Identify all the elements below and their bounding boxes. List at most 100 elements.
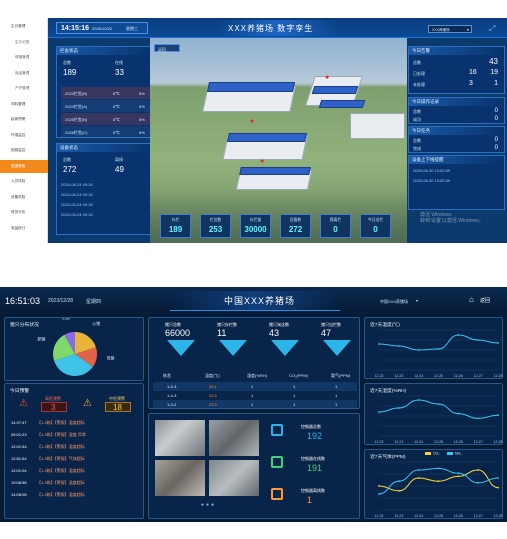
farm-3d-view[interactable]: ● ● ● 返回 xyxy=(150,38,407,243)
data-point xyxy=(457,412,460,415)
funnel-marker xyxy=(271,340,299,356)
data-point xyxy=(417,469,420,471)
today-tasks-panel: 今日任务 总数 0 完成 0 xyxy=(408,126,505,153)
table-row: 1-3-2 22.5 1 1 1 xyxy=(153,400,357,409)
sidebar-item[interactable]: 疾病预警 xyxy=(0,113,48,126)
fullscreen-icon[interactable]: ⤢ xyxy=(489,24,495,34)
stat-value: 30000 xyxy=(244,225,267,234)
location-pin-icon[interactable]: ● xyxy=(250,118,254,125)
alarm-log-item[interactable]: 10:08:58 【1-3栋】【警报】温度超标 xyxy=(11,478,141,490)
barn-roof xyxy=(318,100,366,108)
controller-label: 控制器在线数 xyxy=(301,456,325,461)
carousel-dots[interactable]: ●●● xyxy=(201,502,216,508)
farm-select[interactable]: 中国XXX养猪场 ▾ xyxy=(378,297,422,305)
camera-feed-image[interactable] xyxy=(155,420,205,456)
data-point xyxy=(417,349,420,351)
alarm-log-item[interactable]: 05:01:23 【1-3栋】【警报】湿度 异常 xyxy=(11,430,141,442)
table-cell: 1 xyxy=(293,402,296,407)
alarm-log-item[interactable]: 12:01:54 【1-3栋】【警报】温度超标 xyxy=(11,442,141,454)
camera-feed-image[interactable] xyxy=(155,460,205,496)
col-online-label: 在线 xyxy=(115,60,123,65)
env-table: 栋舍 温度(℃) 湿度(%RH) CO₂(PPM) 氨气(PPM) 1-4-3 25.1 1 1… xyxy=(153,368,357,409)
humidity-line-chart: 12-22 12-23 12-24 12-25 12-26 12-27 12-28 xyxy=(375,395,503,444)
equip-total-value: 272 xyxy=(63,165,77,174)
table-header: 栋舍 温度(℃) 湿度(%RH) CO₂(PPM) 氨气(PPM) xyxy=(153,368,357,382)
sidebar-item[interactable]: 免疫管理 xyxy=(0,67,48,80)
x-tick-label: 12-27 xyxy=(474,374,483,378)
camera-feed-image[interactable] xyxy=(209,460,259,496)
sidebar-item[interactable]: 财务分析 xyxy=(0,206,48,219)
col-offline-label: 离线 xyxy=(115,157,123,162)
alarm-log-item[interactable]: 12:01:04 【1-3栋】【警报】温度超标 xyxy=(11,466,141,478)
sidebar-item[interactable]: 生长记录 xyxy=(0,36,48,49)
today-records-panel: 今日操作记录 总数 0 成功 0 xyxy=(408,97,505,124)
data-point xyxy=(477,469,480,471)
count-value: 66000 xyxy=(165,328,191,338)
alarm-log-item[interactable]: 14:08:08 【1-3栋】【警报】温度超标 xyxy=(11,490,141,502)
camera-feed-image[interactable] xyxy=(209,420,259,456)
back-button[interactable]: ⌂ 返回 xyxy=(468,295,498,306)
sidebar-item[interactable]: 电量统计 xyxy=(0,222,48,235)
x-tick-label: 12-26 xyxy=(454,374,463,378)
alarm-row-label: 总数 xyxy=(413,60,421,65)
warning-triangle-icon: ⚠ xyxy=(19,398,28,409)
row-label: 成功 xyxy=(413,117,421,122)
table-cell: 25.1 xyxy=(209,384,217,389)
stat-value: 253 xyxy=(208,225,223,234)
col-total-label: 总数 xyxy=(63,60,71,65)
sidebar-item[interactable]: 生长管理 xyxy=(0,20,48,33)
stat-card: 栏位数 253 xyxy=(200,214,231,238)
bottom-margin xyxy=(0,522,507,539)
table-cell: 1 xyxy=(293,393,296,398)
sidebar-item[interactable]: 数据看板 xyxy=(0,159,48,173)
data-point xyxy=(497,342,499,344)
count-value: 43 xyxy=(269,328,280,338)
stat-card: 设备数 272 xyxy=(280,214,311,238)
back-button[interactable]: 返回 xyxy=(154,44,180,52)
barn-roof xyxy=(206,82,296,92)
x-tick-label: 12-24 xyxy=(414,514,423,518)
warning-triangle-icon: ⚠ xyxy=(83,398,92,409)
row-value: 0 xyxy=(494,108,498,114)
location-pin-icon[interactable]: ● xyxy=(325,74,329,81)
sidebar-item[interactable]: 视频监控 xyxy=(0,144,48,157)
stat-card: 存栏量 30000 xyxy=(240,214,271,238)
count-value: 11 xyxy=(217,328,227,338)
farm-select[interactable]: XXX养猪场 ▾ xyxy=(428,25,472,33)
table-cell: 1 xyxy=(251,384,254,389)
alarm-text: 【1-3栋】【警报】温度超标 xyxy=(37,480,85,485)
clock-weekday: 星期三 xyxy=(126,26,138,31)
x-tick-label: 12-28 xyxy=(494,374,503,378)
log-line: 2024-06-24 09:18 xyxy=(61,192,93,197)
x-tick-label: 12-28 xyxy=(494,514,503,518)
pig-count-panel: 猪只总数 66000 猪只存栏数 11 猪只淘汰数 43 猪只出栏数 47 栋舍 温度(℃) 湿度… xyxy=(148,317,360,409)
controller-label: 控制器总数 xyxy=(301,424,321,429)
barn-roof xyxy=(227,133,307,142)
sidebar-item[interactable]: 人员风险 xyxy=(0,175,48,188)
x-tick-label: 12-24 xyxy=(414,440,423,444)
table-cell: 1-3-2 xyxy=(167,402,177,407)
x-tick-label: 12-22 xyxy=(375,374,384,378)
stat-value: 0 xyxy=(333,225,338,234)
table-cell: 1 xyxy=(293,384,296,389)
location-pin-icon[interactable]: ● xyxy=(260,158,264,165)
sidebar-item[interactable]: 饲料管理 xyxy=(0,98,48,111)
sidebar-item[interactable]: 环境监控 xyxy=(0,129,48,142)
log-line: 2024-06-24 09:18 xyxy=(61,202,93,207)
alarm-big-value: 43 xyxy=(489,57,498,66)
table-header-cell: 栋舍 xyxy=(163,373,171,378)
page-title: 中国XXX养猪场 xyxy=(224,296,296,306)
top-dashboard: 生长管理生长记录母猪管理免疫管理产仔管理饲料管理疾病预警环境监控视频监控数据看板… xyxy=(0,0,507,243)
sidebar-item[interactable]: 设备风险 xyxy=(0,191,48,204)
alarm-log-item[interactable]: 12:51:54 【1-3栋】【警报】气体超标 xyxy=(11,454,141,466)
online-log: 2025-06-30 13:52:09 xyxy=(413,168,451,173)
alarm-log-item[interactable]: 14:37:47 【1-3栋】【警报】温度超标 xyxy=(11,418,141,430)
sidebar-item[interactable]: 产仔管理 xyxy=(0,82,48,95)
sidebar-item[interactable]: 母猪管理 xyxy=(0,51,48,64)
controller-icon xyxy=(271,456,283,468)
stat-label: 今日出栏 xyxy=(367,218,384,222)
table-row: 1-4-3 22.5 1 1 1 xyxy=(153,391,357,400)
row-name: 2024栏舍(A) xyxy=(65,104,88,109)
data-point xyxy=(497,414,499,417)
data-point xyxy=(457,334,460,336)
